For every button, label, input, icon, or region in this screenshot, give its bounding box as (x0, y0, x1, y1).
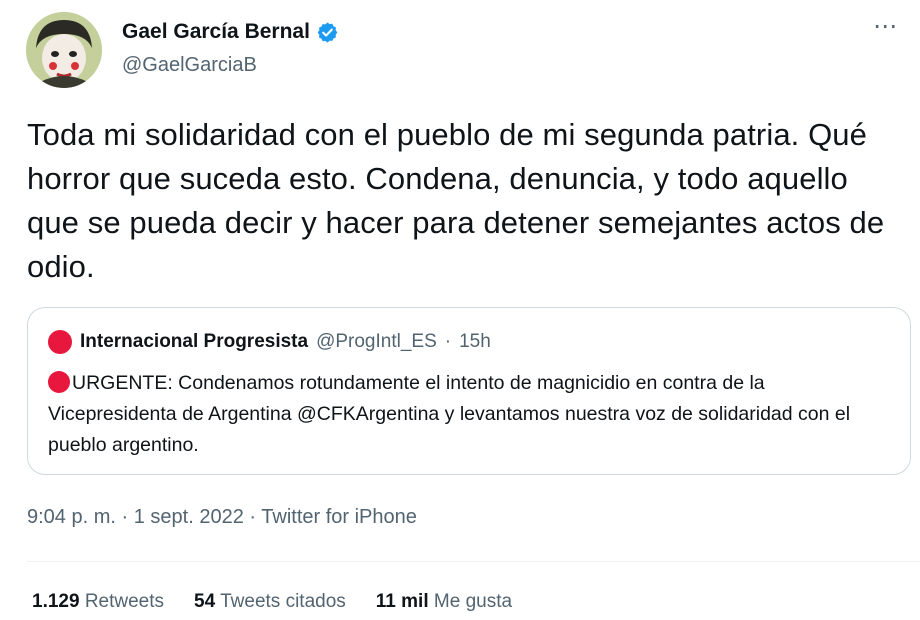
quoted-tweet[interactable]: Internacional Progresista @ProgIntl_ES ·… (27, 307, 911, 475)
quoted-author-name: Internacional Progresista (80, 331, 309, 352)
quote-tweets-stat[interactable]: 54 Tweets citados (194, 591, 346, 613)
meta-separator: · (249, 506, 257, 528)
meta-separator: · (121, 506, 129, 528)
likes-label: Me gusta (433, 591, 513, 612)
likes-count: 11 mil (375, 591, 429, 612)
tweet-card: Gael García Bernal @GaelGarciaB ⋯ Toda m… (0, 0, 920, 620)
avatar-image (26, 12, 102, 88)
quote-tweets-count: 54 (194, 591, 216, 612)
quoted-author-avatar (48, 330, 72, 354)
tweet-stats: 1.129 Retweets 54 Tweets citados 11 mil … (32, 591, 512, 613)
likes-stat[interactable]: 11 mil Me gusta (376, 591, 512, 613)
tweet-source[interactable]: Twitter for iPhone (261, 506, 417, 528)
more-options-icon[interactable]: ⋯ (873, 15, 898, 39)
verified-badge-icon (316, 21, 339, 44)
author-name[interactable]: Gael García Bernal (122, 20, 310, 44)
quoted-text-content: URGENTE: Condenamos rotundamente el inte… (48, 372, 851, 456)
divider (27, 561, 920, 562)
quoted-separator: · (444, 331, 452, 352)
retweets-stat[interactable]: 1.129 Retweets (32, 591, 164, 613)
author-handle[interactable]: @GaelGarciaB (122, 54, 339, 77)
tweet-metadata: 9:04 p. m. · 1 sept. 2022 · Twitter for … (27, 506, 417, 529)
retweets-label: Retweets (84, 591, 165, 612)
author-avatar[interactable] (26, 12, 102, 88)
quoted-tweet-text: URGENTE: Condenamos rotundamente el inte… (48, 368, 898, 461)
tweet-text: Toda mi solidaridad con el pueblo de mi … (27, 117, 885, 284)
author-info: Gael García Bernal @GaelGarciaB (122, 18, 339, 77)
quoted-author-handle: @ProgIntl_ES (316, 331, 437, 352)
retweets-count: 1.129 (32, 591, 80, 612)
quoted-tweet-header: Internacional Progresista @ProgIntl_ES ·… (48, 330, 491, 354)
quoted-timestamp: 15h (459, 331, 491, 352)
tweet-time[interactable]: 9:04 p. m. (27, 506, 116, 528)
red-circle-emoji-icon (48, 371, 70, 393)
quote-tweets-label: Tweets citados (220, 591, 346, 612)
tweet-date[interactable]: 1 sept. 2022 (134, 506, 244, 528)
author-name-row: Gael García Bernal (122, 18, 339, 46)
